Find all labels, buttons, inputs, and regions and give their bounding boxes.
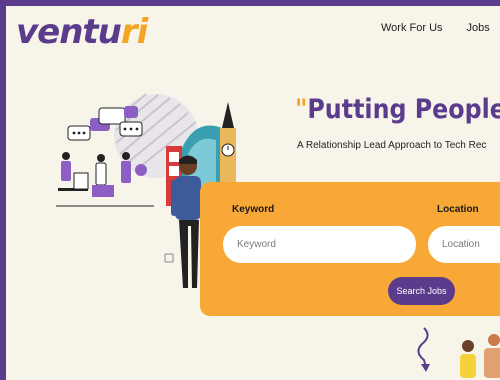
- search-jobs-button[interactable]: Search Jobs: [388, 277, 455, 305]
- main-nav: Work For Us Jobs: [381, 22, 490, 34]
- location-input[interactable]: [428, 226, 500, 263]
- nav-jobs[interactable]: Jobs: [467, 22, 490, 34]
- logo-text-main: ventu: [16, 12, 122, 52]
- hero-headline: "Putting People Fi: [295, 94, 500, 125]
- venturi-logo[interactable]: venturi: [16, 12, 148, 52]
- team-illustration: [417, 327, 500, 378]
- location-label: Location: [437, 204, 479, 215]
- keyword-input[interactable]: [223, 226, 416, 263]
- job-search-panel: Keyword Location Search Jobs: [200, 182, 500, 316]
- chat-bubble-icons: [67, 106, 143, 141]
- keyword-label: Keyword: [232, 204, 275, 215]
- headline-text: Putting People Fi: [307, 94, 500, 125]
- hero-subheadline: A Relationship Lead Approach to Tech Rec: [297, 140, 487, 151]
- logo-text-accent: ri: [120, 12, 148, 52]
- headline-quote-mark: ": [295, 94, 308, 125]
- nav-work-for-us[interactable]: Work For Us: [381, 22, 443, 34]
- page: venturi Work For Us Jobs "Putting People…: [6, 6, 500, 380]
